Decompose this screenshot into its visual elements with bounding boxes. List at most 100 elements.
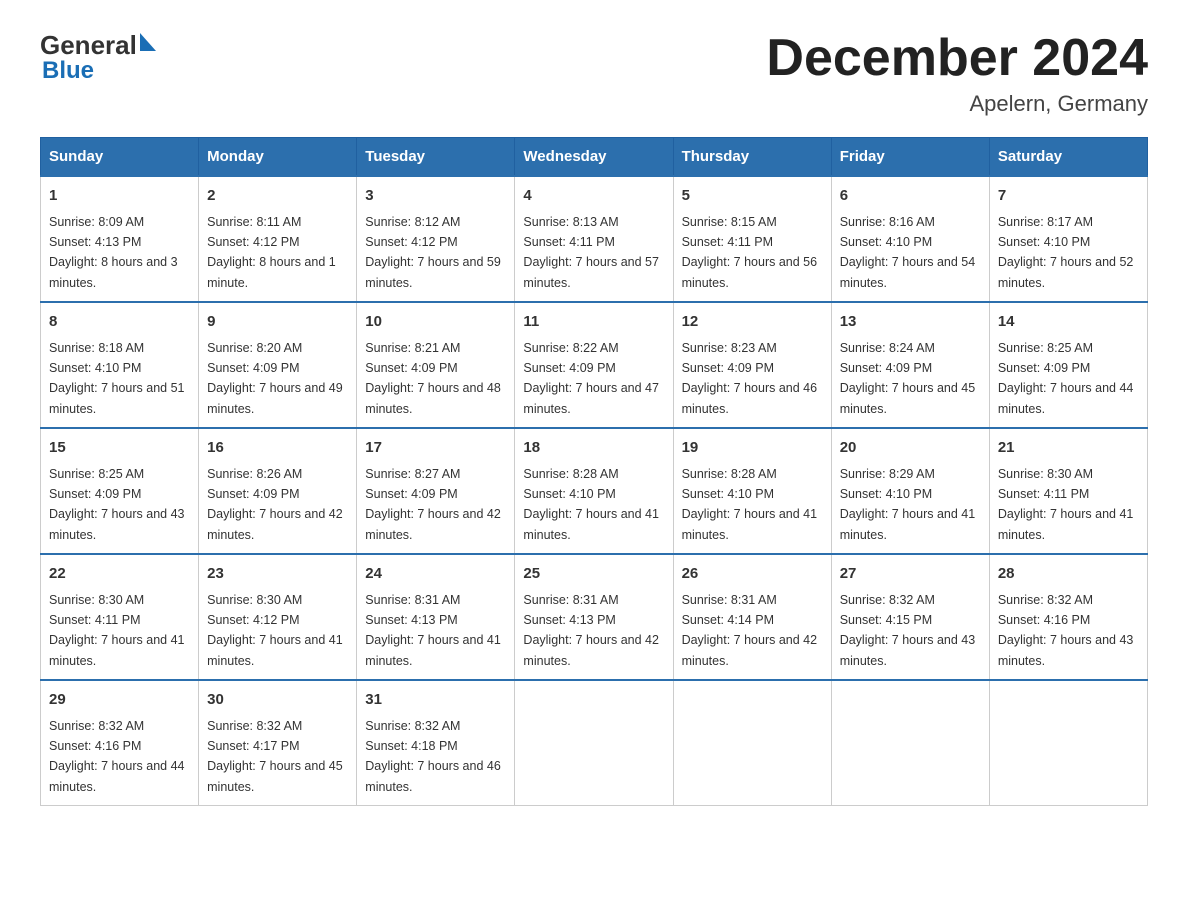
day-number: 11 xyxy=(523,311,664,334)
day-header-wednesday: Wednesday xyxy=(515,138,673,177)
day-info: Sunrise: 8:32 AMSunset: 4:18 PMDaylight:… xyxy=(365,719,501,794)
day-number: 26 xyxy=(682,563,823,586)
calendar-cell: 27 Sunrise: 8:32 AMSunset: 4:15 PMDaylig… xyxy=(831,554,989,680)
day-info: Sunrise: 8:30 AMSunset: 4:12 PMDaylight:… xyxy=(207,593,343,668)
calendar-cell: 19 Sunrise: 8:28 AMSunset: 4:10 PMDaylig… xyxy=(673,428,831,554)
day-number: 19 xyxy=(682,437,823,460)
calendar-cell xyxy=(673,680,831,806)
day-header-sunday: Sunday xyxy=(41,138,199,177)
calendar-cell: 10 Sunrise: 8:21 AMSunset: 4:09 PMDaylig… xyxy=(357,302,515,428)
day-info: Sunrise: 8:23 AMSunset: 4:09 PMDaylight:… xyxy=(682,341,818,416)
calendar-cell: 7 Sunrise: 8:17 AMSunset: 4:10 PMDayligh… xyxy=(989,176,1147,302)
day-header-friday: Friday xyxy=(831,138,989,177)
logo-blue-text: Blue xyxy=(42,57,94,85)
location-text: Apelern, Germany xyxy=(766,91,1148,117)
day-info: Sunrise: 8:20 AMSunset: 4:09 PMDaylight:… xyxy=(207,341,343,416)
day-number: 20 xyxy=(840,437,981,460)
page-header: General Blue December 2024 Apelern, Germ… xyxy=(40,30,1148,117)
calendar-table: SundayMondayTuesdayWednesdayThursdayFrid… xyxy=(40,137,1148,806)
day-number: 29 xyxy=(49,689,190,712)
day-info: Sunrise: 8:24 AMSunset: 4:09 PMDaylight:… xyxy=(840,341,976,416)
day-info: Sunrise: 8:30 AMSunset: 4:11 PMDaylight:… xyxy=(49,593,185,668)
day-number: 21 xyxy=(998,437,1139,460)
calendar-cell: 31 Sunrise: 8:32 AMSunset: 4:18 PMDaylig… xyxy=(357,680,515,806)
title-block: December 2024 Apelern, Germany xyxy=(766,30,1148,117)
day-header-saturday: Saturday xyxy=(989,138,1147,177)
calendar-cell: 13 Sunrise: 8:24 AMSunset: 4:09 PMDaylig… xyxy=(831,302,989,428)
day-header-monday: Monday xyxy=(199,138,357,177)
calendar-cell: 28 Sunrise: 8:32 AMSunset: 4:16 PMDaylig… xyxy=(989,554,1147,680)
day-number: 3 xyxy=(365,185,506,208)
day-info: Sunrise: 8:17 AMSunset: 4:10 PMDaylight:… xyxy=(998,215,1134,290)
day-number: 22 xyxy=(49,563,190,586)
day-number: 4 xyxy=(523,185,664,208)
day-number: 7 xyxy=(998,185,1139,208)
day-info: Sunrise: 8:26 AMSunset: 4:09 PMDaylight:… xyxy=(207,467,343,542)
day-info: Sunrise: 8:28 AMSunset: 4:10 PMDaylight:… xyxy=(682,467,818,542)
day-info: Sunrise: 8:31 AMSunset: 4:13 PMDaylight:… xyxy=(365,593,501,668)
day-info: Sunrise: 8:32 AMSunset: 4:15 PMDaylight:… xyxy=(840,593,976,668)
day-info: Sunrise: 8:18 AMSunset: 4:10 PMDaylight:… xyxy=(49,341,185,416)
calendar-cell: 4 Sunrise: 8:13 AMSunset: 4:11 PMDayligh… xyxy=(515,176,673,302)
day-info: Sunrise: 8:13 AMSunset: 4:11 PMDaylight:… xyxy=(523,215,659,290)
week-row-3: 15 Sunrise: 8:25 AMSunset: 4:09 PMDaylig… xyxy=(41,428,1148,554)
calendar-cell xyxy=(989,680,1147,806)
calendar-cell: 24 Sunrise: 8:31 AMSunset: 4:13 PMDaylig… xyxy=(357,554,515,680)
day-info: Sunrise: 8:28 AMSunset: 4:10 PMDaylight:… xyxy=(523,467,659,542)
day-number: 1 xyxy=(49,185,190,208)
logo-arrow-icon xyxy=(140,33,156,51)
day-info: Sunrise: 8:25 AMSunset: 4:09 PMDaylight:… xyxy=(998,341,1134,416)
calendar-cell: 14 Sunrise: 8:25 AMSunset: 4:09 PMDaylig… xyxy=(989,302,1147,428)
day-info: Sunrise: 8:31 AMSunset: 4:14 PMDaylight:… xyxy=(682,593,818,668)
day-number: 30 xyxy=(207,689,348,712)
day-number: 2 xyxy=(207,185,348,208)
day-info: Sunrise: 8:11 AMSunset: 4:12 PMDaylight:… xyxy=(207,215,336,290)
calendar-cell: 9 Sunrise: 8:20 AMSunset: 4:09 PMDayligh… xyxy=(199,302,357,428)
day-number: 12 xyxy=(682,311,823,334)
calendar-cell: 25 Sunrise: 8:31 AMSunset: 4:13 PMDaylig… xyxy=(515,554,673,680)
calendar-header: SundayMondayTuesdayWednesdayThursdayFrid… xyxy=(41,138,1148,177)
week-row-5: 29 Sunrise: 8:32 AMSunset: 4:16 PMDaylig… xyxy=(41,680,1148,806)
calendar-cell: 21 Sunrise: 8:30 AMSunset: 4:11 PMDaylig… xyxy=(989,428,1147,554)
calendar-body: 1 Sunrise: 8:09 AMSunset: 4:13 PMDayligh… xyxy=(41,176,1148,806)
day-header-tuesday: Tuesday xyxy=(357,138,515,177)
calendar-cell: 3 Sunrise: 8:12 AMSunset: 4:12 PMDayligh… xyxy=(357,176,515,302)
day-number: 13 xyxy=(840,311,981,334)
calendar-cell: 23 Sunrise: 8:30 AMSunset: 4:12 PMDaylig… xyxy=(199,554,357,680)
calendar-cell: 5 Sunrise: 8:15 AMSunset: 4:11 PMDayligh… xyxy=(673,176,831,302)
day-number: 18 xyxy=(523,437,664,460)
day-number: 16 xyxy=(207,437,348,460)
day-info: Sunrise: 8:16 AMSunset: 4:10 PMDaylight:… xyxy=(840,215,976,290)
day-number: 23 xyxy=(207,563,348,586)
day-number: 5 xyxy=(682,185,823,208)
day-info: Sunrise: 8:27 AMSunset: 4:09 PMDaylight:… xyxy=(365,467,501,542)
day-number: 31 xyxy=(365,689,506,712)
day-info: Sunrise: 8:22 AMSunset: 4:09 PMDaylight:… xyxy=(523,341,659,416)
day-number: 17 xyxy=(365,437,506,460)
month-title: December 2024 xyxy=(766,30,1148,87)
calendar-cell xyxy=(831,680,989,806)
day-info: Sunrise: 8:25 AMSunset: 4:09 PMDaylight:… xyxy=(49,467,185,542)
day-number: 15 xyxy=(49,437,190,460)
calendar-cell: 26 Sunrise: 8:31 AMSunset: 4:14 PMDaylig… xyxy=(673,554,831,680)
day-info: Sunrise: 8:21 AMSunset: 4:09 PMDaylight:… xyxy=(365,341,501,416)
days-of-week-row: SundayMondayTuesdayWednesdayThursdayFrid… xyxy=(41,138,1148,177)
calendar-cell: 12 Sunrise: 8:23 AMSunset: 4:09 PMDaylig… xyxy=(673,302,831,428)
calendar-cell: 18 Sunrise: 8:28 AMSunset: 4:10 PMDaylig… xyxy=(515,428,673,554)
calendar-cell: 30 Sunrise: 8:32 AMSunset: 4:17 PMDaylig… xyxy=(199,680,357,806)
calendar-cell: 15 Sunrise: 8:25 AMSunset: 4:09 PMDaylig… xyxy=(41,428,199,554)
day-info: Sunrise: 8:31 AMSunset: 4:13 PMDaylight:… xyxy=(523,593,659,668)
calendar-cell: 22 Sunrise: 8:30 AMSunset: 4:11 PMDaylig… xyxy=(41,554,199,680)
day-number: 9 xyxy=(207,311,348,334)
calendar-cell: 20 Sunrise: 8:29 AMSunset: 4:10 PMDaylig… xyxy=(831,428,989,554)
calendar-cell: 8 Sunrise: 8:18 AMSunset: 4:10 PMDayligh… xyxy=(41,302,199,428)
day-info: Sunrise: 8:30 AMSunset: 4:11 PMDaylight:… xyxy=(998,467,1134,542)
logo: General Blue xyxy=(40,30,156,85)
day-number: 8 xyxy=(49,311,190,334)
day-info: Sunrise: 8:09 AMSunset: 4:13 PMDaylight:… xyxy=(49,215,178,290)
week-row-4: 22 Sunrise: 8:30 AMSunset: 4:11 PMDaylig… xyxy=(41,554,1148,680)
day-number: 27 xyxy=(840,563,981,586)
week-row-2: 8 Sunrise: 8:18 AMSunset: 4:10 PMDayligh… xyxy=(41,302,1148,428)
calendar-cell: 1 Sunrise: 8:09 AMSunset: 4:13 PMDayligh… xyxy=(41,176,199,302)
day-number: 28 xyxy=(998,563,1139,586)
